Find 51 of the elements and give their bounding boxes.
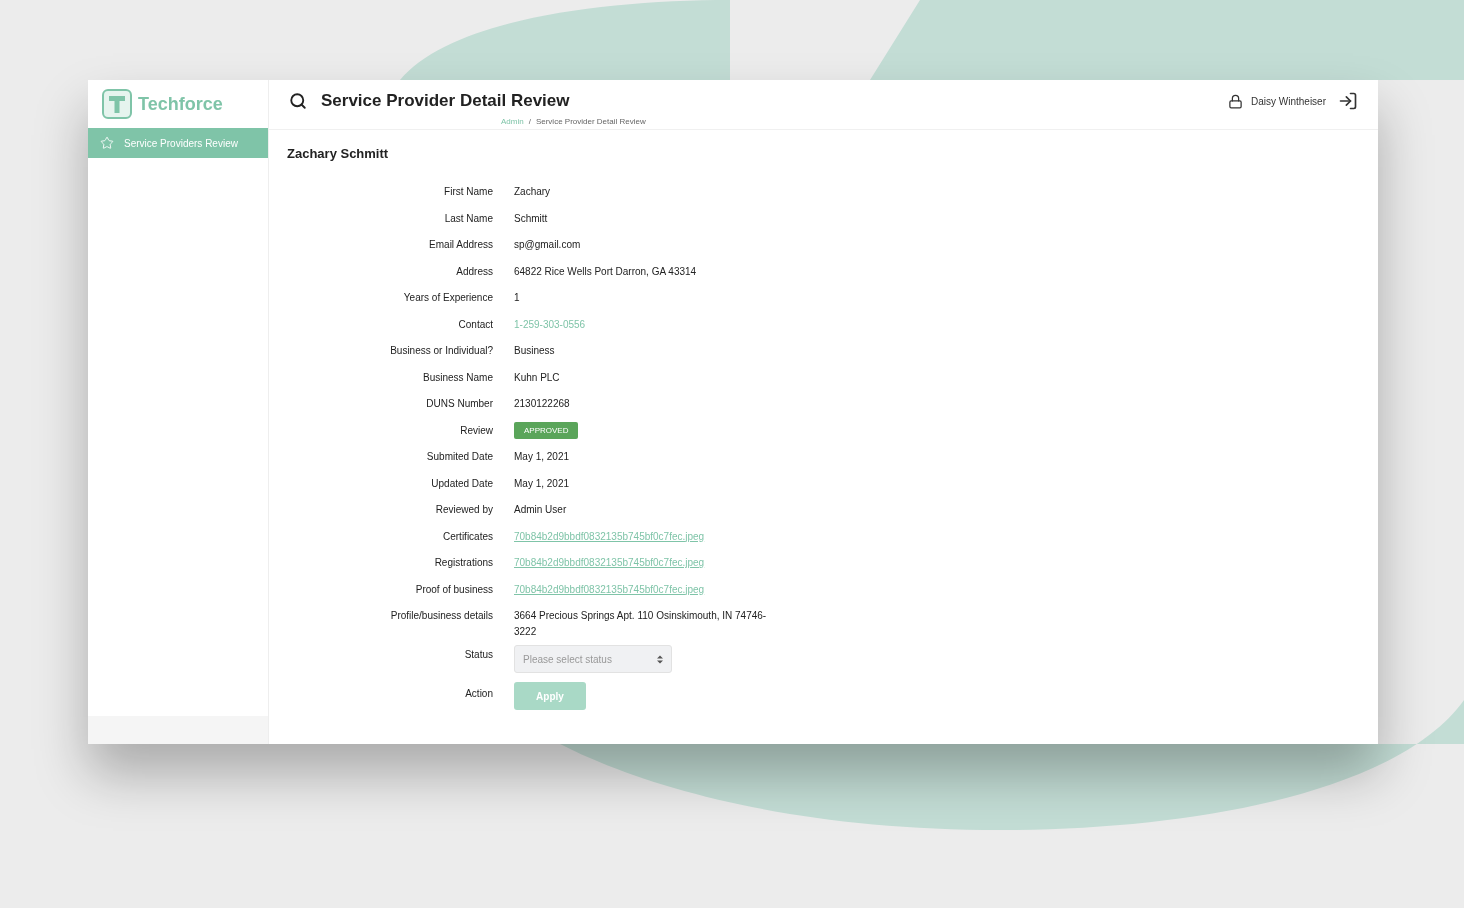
search-icon[interactable] (289, 92, 307, 110)
provider-name: Zachary Schmitt (287, 146, 390, 161)
field-label: First Name (443, 185, 493, 199)
file-link[interactable]: 70b84b2d9bbdf0832135b745bf0c7fec.jpeg (514, 582, 705, 597)
status-badge: APPROVED (514, 421, 579, 439)
field-label: Years of Experience (402, 291, 493, 305)
field-label: Certificates (442, 529, 493, 544)
field-value: May 1, 2021 (514, 476, 570, 491)
field-label: Reviewed by (434, 503, 493, 517)
field-label: Email Address (428, 238, 493, 252)
breadcrumb-separator: / (528, 117, 531, 126)
field-label: Review (459, 423, 493, 438)
field-value: 64822 Rice Wells Port Darron, GA 43314 (514, 264, 697, 279)
field-value: Schmitt (514, 211, 548, 226)
sidebar-item[interactable]: Service Providers Review (88, 128, 268, 158)
field-label: Last Name (443, 211, 493, 226)
field-label: Contact (457, 317, 493, 332)
field-label: Profile/business details (389, 609, 493, 623)
field-value: 2130122268 (514, 397, 570, 411)
field-label: Updated Date (430, 476, 493, 491)
field-value: Business (514, 344, 555, 358)
logo-text: Techforce (138, 93, 223, 115)
phone-link[interactable]: 1-259-303-0556 (514, 317, 586, 332)
user-name: Daisy Wintheiser (1250, 95, 1326, 107)
field-value: Kuhn PLC (514, 370, 560, 385)
star-icon (100, 136, 114, 150)
field-value: sp@gmail.com (514, 238, 581, 252)
field-value: Zachary (514, 185, 551, 199)
breadcrumb-link[interactable]: Admin (501, 117, 524, 126)
page-title: Service Provider Detail Review (321, 91, 570, 111)
field-label: DUNS Number (425, 397, 493, 411)
file-link[interactable]: 70b84b2d9bbdf0832135b745bf0c7fec.jpeg (514, 556, 705, 570)
field-label: Registrations (433, 556, 493, 570)
field-label: Action (464, 687, 493, 701)
field-value: 3664 Precious Springs Apt. 110 Osinskimouth, IN 74746-3222 (514, 609, 768, 639)
logo-icon (102, 89, 132, 119)
breadcrumb-current: Service Provider Detail Review (535, 117, 646, 126)
field-value: Admin User (514, 503, 567, 517)
sort-caret-icon (657, 654, 663, 664)
field-value: May 1, 2021 (514, 450, 570, 464)
field-value: 1 (514, 291, 520, 305)
logout-icon[interactable] (1338, 91, 1358, 111)
status-select[interactable]: Please select status (514, 645, 672, 673)
field-label: Submited Date (425, 450, 493, 464)
file-link[interactable]: 70b84b2d9bbdf0832135b745bf0c7fec.jpeg (514, 529, 705, 544)
lock-icon (1227, 93, 1243, 109)
field-label: Proof of business (414, 582, 493, 597)
field-label: Business Name (421, 370, 493, 385)
field-label: Business or Individual? (389, 344, 493, 358)
field-label: Status (463, 648, 493, 662)
field-label: Address (455, 264, 493, 279)
